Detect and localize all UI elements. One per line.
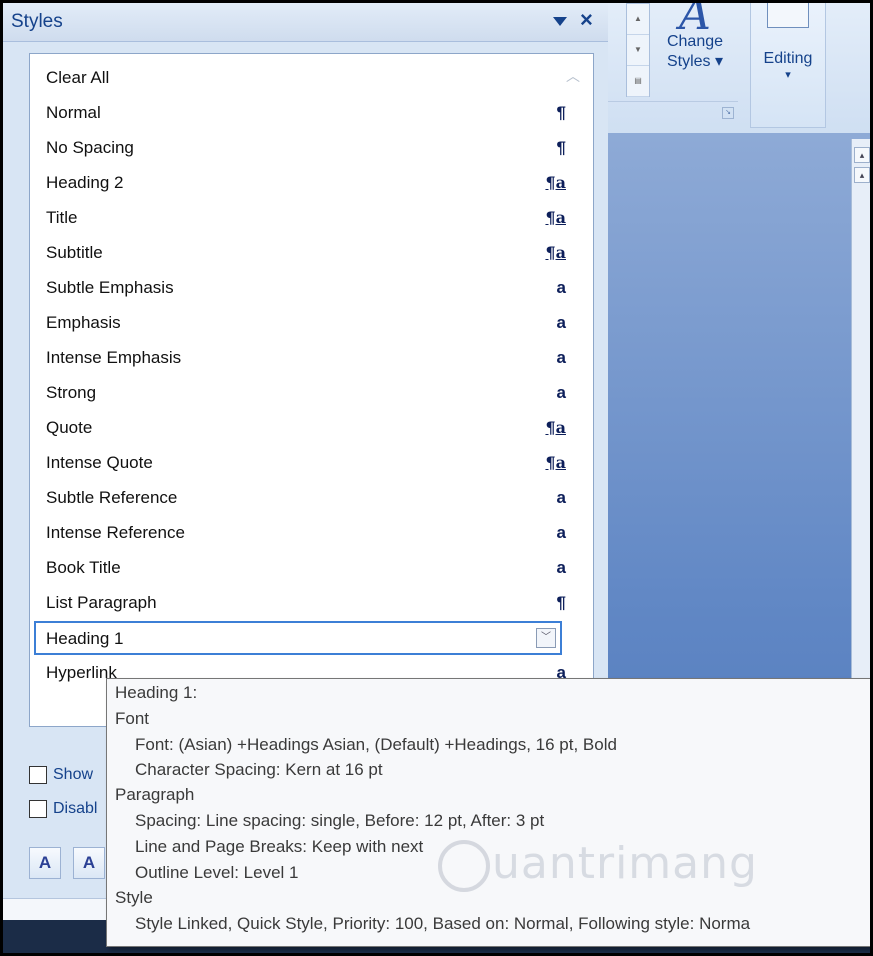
style-item-label: Title — [46, 208, 78, 227]
linked-style-icon: ¶a — [545, 243, 566, 262]
paragraph-style-icon: ¶ — [556, 103, 566, 122]
character-style-icon: a — [556, 313, 566, 332]
editing-icon — [767, 3, 809, 28]
tooltip-breaks: Line and Page Breaks: Keep with next — [135, 837, 424, 856]
style-item-intense-quote[interactable]: Intense Quote ¶a — [38, 447, 572, 479]
style-item-normal[interactable]: Normal ¶ — [38, 97, 572, 129]
show-preview-checkbox[interactable] — [29, 766, 47, 784]
disable-linked-checkbox[interactable] — [29, 800, 47, 818]
tooltip-char-spacing: Character Spacing: Kern at 16 pt — [135, 760, 383, 779]
style-item-title[interactable]: Title ¶a — [38, 202, 572, 234]
tooltip-paragraph-header: Paragraph — [115, 785, 195, 804]
new-style-icon[interactable]: A — [29, 847, 61, 879]
style-item-intense-emphasis[interactable]: Intense Emphasis a — [38, 342, 572, 374]
style-inspector-icon[interactable]: A — [73, 847, 105, 879]
scroll-up-icon[interactable]: ▴ — [854, 147, 870, 163]
style-item-label: Clear All — [46, 68, 110, 87]
style-item-label: No Spacing — [46, 138, 134, 157]
styles-pane-header: Styles × — [3, 3, 608, 42]
style-item-list-paragraph[interactable]: List Paragraph ¶ — [38, 587, 572, 619]
style-item-label: Intense Emphasis — [46, 348, 182, 367]
style-item-label: Heading 2 — [46, 173, 124, 192]
styles-list: ︿ Clear All Normal ¶ No Spacing ¶ Headin… — [29, 53, 594, 727]
tooltip-para-spacing: Spacing: Line spacing: single, Before: 1… — [135, 811, 545, 830]
style-item-book-title[interactable]: Book Title a — [38, 552, 572, 584]
character-style-icon: a — [556, 558, 566, 577]
character-style-icon: a — [556, 383, 566, 402]
gallery-up-icon[interactable]: ▲ — [627, 4, 649, 35]
style-item-label: Book Title — [46, 558, 121, 577]
style-item-heading-1[interactable]: Heading 1 ﹀ — [34, 621, 562, 655]
pane-options-dropdown-icon[interactable] — [553, 17, 567, 26]
ribbon: ▲ ▼ ▤ A Change Styles ▾ ↘ Editing ▾ — [608, 3, 870, 134]
tooltip-style-header: Style — [115, 888, 153, 907]
pane-title: Styles — [11, 11, 63, 32]
document-scrollbar[interactable]: ▴ ▴ — [851, 139, 870, 679]
change-styles-button[interactable]: A Change Styles ▾ — [656, 3, 734, 103]
disable-linked-label: Disabl — [53, 800, 98, 817]
style-item-label: Subtle Reference — [46, 488, 178, 507]
style-item-label: Emphasis — [46, 313, 121, 332]
style-item-label: Strong — [46, 383, 97, 402]
gallery-down-icon[interactable]: ▼ — [627, 35, 649, 66]
style-item-label: List Paragraph — [46, 593, 157, 612]
tooltip-outline: Outline Level: Level 1 — [135, 863, 299, 882]
change-styles-label-1: Change — [666, 33, 724, 50]
style-item-label: Quote — [46, 418, 93, 437]
style-item-heading-2[interactable]: Heading 2 ¶a — [38, 167, 572, 199]
linked-style-icon: ¶a — [545, 418, 566, 437]
style-item-label: Subtitle — [46, 243, 103, 262]
style-item-subtle-reference[interactable]: Subtle Reference a — [38, 482, 572, 514]
style-item-clear-all[interactable]: Clear All — [38, 62, 572, 94]
linked-style-icon: ¶a — [545, 173, 566, 192]
change-styles-label-2: Styles ▾ — [666, 53, 724, 70]
tooltip-font-line: Font: (Asian) +Headings Asian, (Default)… — [135, 735, 617, 754]
linked-style-icon: ¶a — [545, 208, 566, 227]
screen: ▲ ▼ ▤ A Change Styles ▾ ↘ Editing ▾ ▴ ▴ … — [3, 3, 870, 953]
character-style-icon: a — [556, 488, 566, 507]
character-style-icon: a — [556, 348, 566, 367]
character-style-icon: a — [556, 523, 566, 542]
style-item-label: Subtle Emphasis — [46, 278, 174, 297]
scroll-thumb[interactable]: ▴ — [854, 167, 870, 183]
style-item-emphasis[interactable]: Emphasis a — [38, 307, 572, 339]
paragraph-style-icon: ¶ — [556, 138, 566, 157]
show-preview-option[interactable]: Show — [29, 766, 93, 784]
style-item-label: Normal — [46, 103, 101, 122]
tooltip-font-header: Font — [115, 709, 150, 728]
style-item-label: Intense Quote — [46, 453, 153, 472]
gallery-more-icon[interactable]: ▤ — [627, 66, 649, 97]
tooltip-title: Heading 1: — [115, 683, 198, 702]
linked-style-icon: ¶a — [545, 453, 566, 472]
close-icon[interactable]: × — [580, 7, 593, 33]
tooltip-style-line: Style Linked, Quick Style, Priority: 100… — [135, 914, 751, 933]
character-style-icon: a — [556, 278, 566, 297]
watermark-logo: uantrimang — [438, 838, 758, 892]
style-item-subtle-emphasis[interactable]: Subtle Emphasis a — [38, 272, 572, 304]
style-item-label: Heading 1 — [46, 629, 124, 648]
show-preview-label: Show — [53, 766, 94, 783]
editing-arrow-icon: ▾ — [785, 69, 791, 81]
style-item-no-spacing[interactable]: No Spacing ¶ — [38, 132, 572, 164]
editing-button[interactable]: Editing ▾ — [750, 3, 826, 128]
style-tooltip: Heading 1: Font Font: (Asian) +Headings … — [106, 678, 870, 947]
chevron-down-icon[interactable]: ﹀ — [536, 628, 556, 648]
paragraph-style-icon: ¶ — [556, 593, 566, 612]
style-item-subtitle[interactable]: Subtitle ¶a — [38, 237, 572, 269]
disable-linked-option[interactable]: Disabl — [29, 800, 97, 818]
editing-label: Editing — [763, 50, 813, 67]
style-item-strong[interactable]: Strong a — [38, 377, 572, 409]
styles-group-footer — [608, 101, 738, 128]
styles-gallery-scroll[interactable]: ▲ ▼ ▤ — [626, 3, 650, 97]
change-styles-icon: A — [679, 3, 711, 40]
dialog-launcher-icon[interactable]: ↘ — [722, 107, 734, 119]
style-item-quote[interactable]: Quote ¶a — [38, 412, 572, 444]
style-item-intense-reference[interactable]: Intense Reference a — [38, 517, 572, 549]
style-item-label: Intense Reference — [46, 523, 185, 542]
